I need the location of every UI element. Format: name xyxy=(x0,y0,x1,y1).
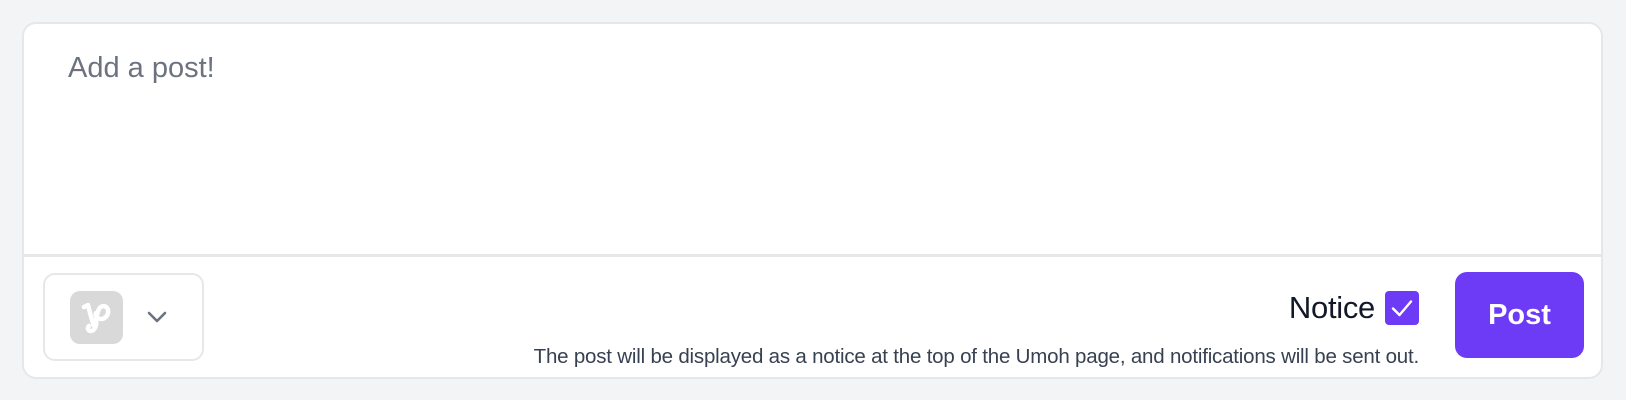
notice-description: The post will be displayed as a notice a… xyxy=(533,345,1420,368)
post-button[interactable]: Post xyxy=(1455,272,1584,358)
notice-label: Notice xyxy=(1288,290,1375,325)
post-composer-card: Notice The post will be displayed as a n… xyxy=(22,22,1603,379)
notice-checkbox[interactable] xyxy=(1385,291,1419,325)
avatar xyxy=(70,291,123,344)
chevron-down-icon xyxy=(147,311,167,323)
post-input[interactable] xyxy=(24,24,1601,254)
notice-toggle: Notice xyxy=(1289,284,1419,332)
check-icon xyxy=(1391,300,1413,317)
author-selector-dropdown[interactable] xyxy=(43,273,204,361)
divider xyxy=(24,254,1601,257)
brand-logo-icon xyxy=(81,302,111,334)
